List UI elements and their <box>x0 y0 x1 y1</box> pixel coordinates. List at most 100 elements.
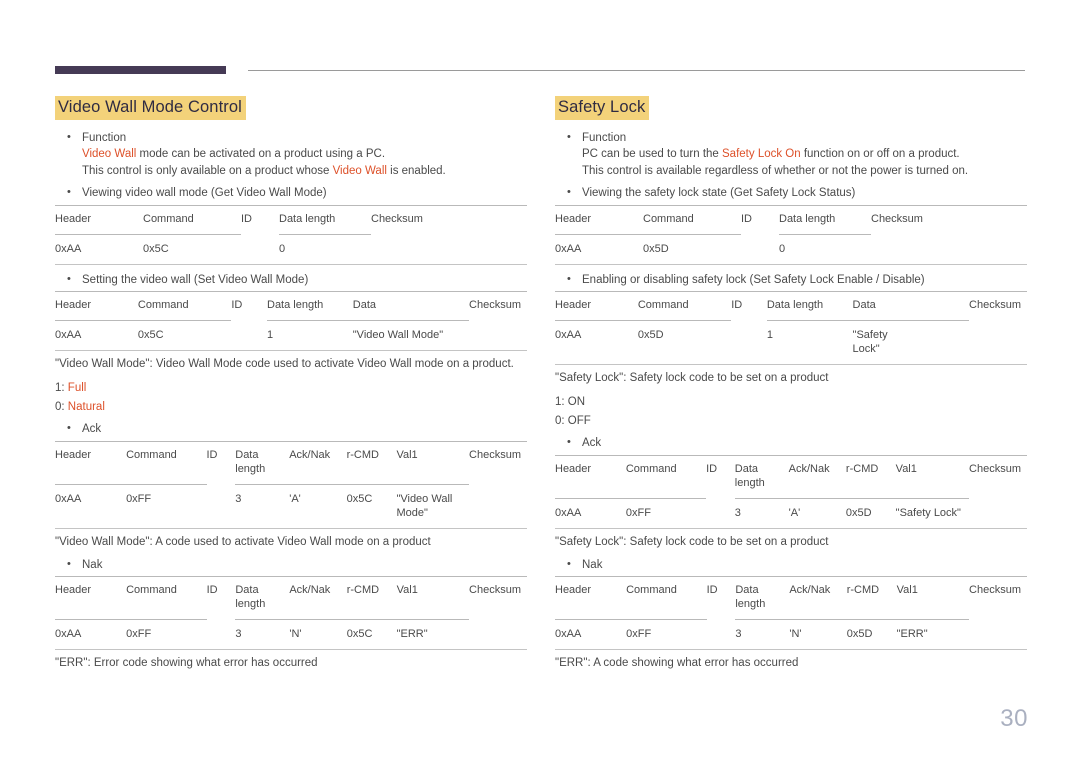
col-checksum: Checksum <box>469 448 521 461</box>
cell-val1: "ERR" <box>896 628 928 641</box>
col-id: ID <box>706 584 718 597</box>
col-header: Header <box>55 299 92 312</box>
table-header-row: Header Command ID Data length Ack/Nak r-… <box>555 577 1027 618</box>
section-title-video-wall: Video Wall Mode Control <box>55 96 246 120</box>
cell-id <box>241 234 279 264</box>
function-label: Function <box>582 131 627 144</box>
col-command: Command <box>143 212 194 225</box>
table-set-safety-lock: Header Command ID Data length Data Check… <box>555 291 1027 364</box>
col-header: Header <box>55 584 92 597</box>
col-checksum: Checksum <box>969 462 1021 475</box>
cell-header: 0xAA <box>55 492 82 505</box>
cell-acknak: 'A' <box>788 506 801 519</box>
col-id: ID <box>206 448 218 461</box>
value-text-0: OFF <box>567 415 591 428</box>
col-header: Header <box>555 462 592 475</box>
cell-command: 0x5C <box>137 329 164 342</box>
cell-datalength: 3 <box>734 506 741 519</box>
table-nak: Header Command ID Data length Ack/Nak r-… <box>55 576 527 649</box>
col-command: Command <box>625 462 677 475</box>
function-line-2: This control is only available on a prod… <box>82 163 527 180</box>
col-id: ID <box>741 212 752 225</box>
cell-command: 0x5D <box>643 242 669 255</box>
col-header: Header <box>555 212 592 225</box>
col-command: Command <box>626 584 677 597</box>
cell-val1: "ERR" <box>396 628 428 641</box>
cell-rcmd: 0x5D <box>846 628 873 641</box>
table-nak: Header Command ID Data length Ack/Nak r-… <box>555 576 1027 649</box>
accent-safety-lock-on: Safety Lock On <box>722 148 801 161</box>
accent-video-wall-1: Video Wall <box>82 148 137 161</box>
table-header-row: Header Command ID Data length Checksum <box>555 206 1027 233</box>
cell-id <box>231 321 267 351</box>
cell-acknak: 'N' <box>289 628 302 641</box>
value-key-1: 1: <box>555 396 568 409</box>
col-command: Command <box>643 212 694 225</box>
cell-checksum <box>371 234 527 264</box>
table-ack: Header Command ID Data length Ack/Nak r-… <box>555 454 1027 528</box>
value-entry-0: 0: Natural <box>55 398 527 417</box>
cell-checksum <box>969 498 1027 528</box>
cell-checksum <box>871 234 1027 264</box>
table-close-rule <box>555 527 1027 529</box>
cell-command: 0xFF <box>625 506 651 519</box>
cell-datalength: 1 <box>267 329 274 342</box>
function-line-1: Video Wall mode can be activated on a pr… <box>82 146 527 163</box>
bullet-ack: Ack <box>555 434 1027 452</box>
column-safety-lock: Safety Lock Function PC can be used to t… <box>555 96 1027 672</box>
table-row: 0xAA 0xFF 3 'A' 0x5D "Safety Lock" <box>555 498 1027 528</box>
table-set-video-wall-mode: Header Command ID Data length Data Check… <box>55 291 527 350</box>
cell-id <box>706 498 735 528</box>
value-entry-1: 1: ON <box>555 393 1027 412</box>
cell-id <box>731 321 767 365</box>
col-command: Command <box>126 584 177 597</box>
cell-rcmd: 0x5D <box>845 506 872 519</box>
bullet-function: Function PC can be used to turn the Safe… <box>555 129 1027 180</box>
table-row: 0xAA 0x5C 0 <box>55 234 527 264</box>
col-id: ID <box>231 299 243 312</box>
cell-command: 0x5D <box>637 329 664 342</box>
col-id: ID <box>706 462 718 475</box>
function-line-2-post: is enabled. <box>386 164 446 177</box>
cell-data: "Video Wall Mode" <box>352 329 444 342</box>
note-nak: "ERR": Error code showing what error has… <box>55 657 318 670</box>
col-datalength: Data length <box>279 212 336 225</box>
column-video-wall-mode-control: Video Wall Mode Control Function Video W… <box>55 96 527 672</box>
cell-command: 0xFF <box>126 492 152 505</box>
col-header: Header <box>55 212 92 225</box>
cell-rcmd: 0x5C <box>346 492 373 505</box>
function-line-2: This control is available regardless of … <box>582 164 969 177</box>
col-command: Command <box>637 299 689 312</box>
cell-datalength: 3 <box>235 628 242 641</box>
cell-header: 0xAA <box>55 628 82 641</box>
value-key-0: 0: <box>555 415 568 428</box>
col-datalength: Data length <box>766 299 824 312</box>
header-rule-thin <box>248 70 1025 71</box>
bullet-get-safety-lock-status: Viewing the safety lock state (Get Safet… <box>555 184 1027 202</box>
cell-checksum <box>469 620 527 650</box>
table-ack: Header Command ID Data length Ack/Nak r-… <box>55 440 527 528</box>
cell-val1: "Safety Lock" <box>895 506 961 519</box>
cell-header: 0xAA <box>555 329 582 342</box>
cell-val1: "Video Wall Mode" <box>396 492 453 519</box>
value-text-0: Natural <box>67 401 105 414</box>
cell-acknak: 'N' <box>789 628 802 641</box>
value-key-1: 1: <box>55 382 68 395</box>
col-rcmd: r-CMD <box>845 462 879 475</box>
table-header-row: Header Command ID Data length Ack/Nak r-… <box>55 577 527 618</box>
table-close-rule <box>555 364 1027 366</box>
cell-rcmd: 0x5C <box>346 628 373 641</box>
cell-command: 0xFF <box>626 628 652 641</box>
col-rcmd: r-CMD <box>846 584 880 597</box>
function-line-1-rest: mode can be activated on a product using… <box>136 148 386 161</box>
cell-checksum <box>469 321 527 351</box>
cell-header: 0xAA <box>555 506 582 519</box>
col-id: ID <box>241 212 252 225</box>
cell-command: 0xFF <box>126 628 152 641</box>
function-line-2-pre: This control is only available on a prod… <box>82 164 333 177</box>
cell-id <box>207 620 236 650</box>
bullet-nak: Nak <box>55 556 527 574</box>
accent-video-wall-2: Video Wall <box>332 164 387 177</box>
col-header: Header <box>555 299 592 312</box>
bullet-get-video-wall-mode: Viewing video wall mode (Get Video Wall … <box>55 184 527 202</box>
